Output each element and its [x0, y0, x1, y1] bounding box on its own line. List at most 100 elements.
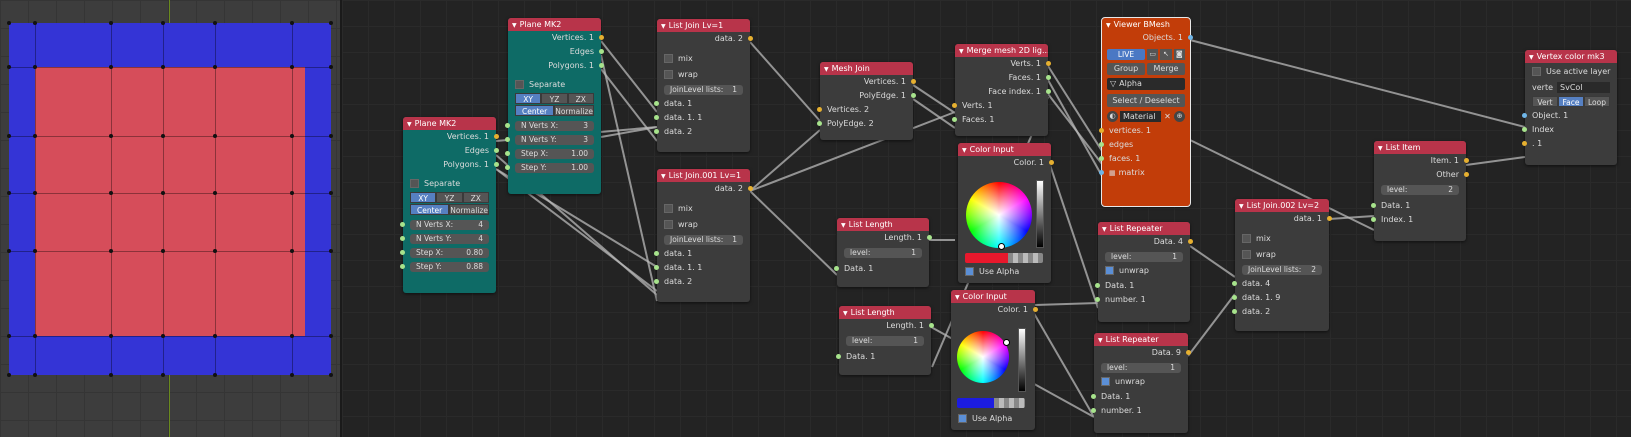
node-header[interactable]: ▼ Plane MK2: [403, 117, 496, 130]
node-header[interactable]: ▼ List Join.001 Lv=1: [657, 169, 750, 182]
input-data[interactable]: Data. 1: [834, 262, 929, 276]
input-data-1-1[interactable]: data. 1. 1: [654, 261, 750, 275]
nverts-x-field[interactable]: N Verts X: 3: [505, 121, 594, 131]
node-header[interactable]: ▼ Mesh Join: [820, 62, 913, 75]
nverts-y-field[interactable]: N Verts Y: 4: [400, 234, 489, 244]
add-material-icon[interactable]: ⊕: [1174, 111, 1185, 122]
list-item-node[interactable]: ▼ List Item Item. 1 Other level: 2 Data. 1…: [1371, 141, 1469, 241]
level-field[interactable]: level: 1: [1101, 363, 1181, 373]
socket-icon[interactable]: [1091, 394, 1096, 399]
input-number[interactable]: number. 1: [1095, 293, 1190, 307]
node-editor[interactable]: ▼ Plane MK2 Vertices. 1 Edges Polygons. 1…: [342, 0, 1631, 437]
node-header[interactable]: ▼ Viewer BMesh: [1102, 18, 1190, 31]
output-data[interactable]: data. 1: [1235, 212, 1332, 226]
material-field[interactable]: Material: [1120, 111, 1161, 122]
color-swatch[interactable]: [957, 398, 1025, 408]
input-data-1-9[interactable]: data. 1. 9: [1232, 291, 1329, 305]
output-data[interactable]: data. 2: [657, 182, 753, 196]
socket-icon[interactable]: [1046, 75, 1051, 80]
input-polyedge[interactable]: PolyEdge. 2: [817, 117, 913, 131]
input-matrix[interactable]: ▦ matrix: [1099, 166, 1190, 180]
input-index[interactable]: Index: [1522, 123, 1617, 137]
node-header[interactable]: ▼ List Repeater: [1094, 333, 1188, 346]
node-header[interactable]: ▼ List Length: [837, 218, 929, 231]
output-color[interactable]: Color. 1: [951, 303, 1038, 317]
list-length-node-2[interactable]: ▼ List Length Length. 1 level: 1 Data. 1: [836, 306, 934, 375]
checkbox-icon[interactable]: [965, 267, 974, 276]
use-alpha-checkbox[interactable]: Use Alpha: [951, 412, 1019, 426]
list-length-node-1[interactable]: ▼ List Length Length. 1 level: 1 Data. 1: [834, 218, 932, 287]
input-data-2[interactable]: data. 2: [654, 275, 750, 289]
socket-icon[interactable]: [1099, 128, 1104, 133]
checkbox-icon[interactable]: [664, 220, 673, 229]
checkbox-icon[interactable]: [410, 179, 419, 188]
node-header[interactable]: ▼ List Item: [1374, 141, 1466, 154]
output-faces[interactable]: Faces. 1: [955, 71, 1051, 85]
checkbox-icon[interactable]: [515, 80, 524, 89]
socket-icon[interactable]: [654, 279, 659, 284]
node-header[interactable]: ▼ Vertex color mk3: [1525, 50, 1617, 63]
step-x-field[interactable]: Step X: 1.00: [505, 149, 594, 159]
level-field[interactable]: level: 1: [846, 336, 924, 346]
join-level-field[interactable]: JoinLevel lists: 1: [664, 85, 743, 95]
output-data[interactable]: Data. 9: [1094, 346, 1191, 360]
socket-icon[interactable]: [1522, 127, 1527, 132]
nverts-x-field[interactable]: N Verts X: 4: [400, 220, 489, 230]
socket-icon[interactable]: [1522, 141, 1527, 146]
socket-icon[interactable]: [911, 79, 916, 84]
socket-icon[interactable]: [1095, 283, 1100, 288]
checkbox-icon[interactable]: [958, 414, 967, 423]
socket-icon[interactable]: [1464, 172, 1469, 177]
output-vertices[interactable]: Vertices. 1: [508, 31, 604, 45]
input-faces[interactable]: Faces. 1: [952, 113, 1048, 127]
mix-checkbox[interactable]: mix: [657, 52, 750, 66]
socket-icon[interactable]: [654, 129, 659, 134]
select-deselect-button[interactable]: Select / Deselect: [1107, 94, 1185, 107]
socket-icon[interactable]: [400, 264, 405, 269]
list-join-node-1[interactable]: ▼ List Join Lv=1 data. 2 mix wrap JoinLev…: [654, 19, 753, 152]
3d-viewport[interactable]: [0, 0, 342, 437]
checkbox-icon[interactable]: [1242, 234, 1251, 243]
input-data-4[interactable]: data. 4: [1232, 277, 1329, 291]
mix-checkbox[interactable]: mix: [1235, 232, 1329, 246]
input-data[interactable]: Data. 1: [836, 350, 931, 364]
color-input-node-1[interactable]: ▼ Color Input Color. 1 Use Alpha: [958, 143, 1054, 283]
socket-icon[interactable]: [599, 35, 604, 40]
socket-icon[interactable]: [927, 235, 932, 240]
socket-icon[interactable]: [599, 63, 604, 68]
separate-checkbox[interactable]: Separate: [403, 177, 496, 191]
output-polygons[interactable]: Polygons. 1: [403, 158, 499, 172]
socket-icon[interactable]: [654, 101, 659, 106]
socket-icon[interactable]: [505, 165, 510, 170]
checkbox-icon[interactable]: [1105, 266, 1114, 275]
socket-icon[interactable]: [505, 137, 510, 142]
select-cursor-icon[interactable]: ↖: [1160, 49, 1172, 60]
mode-face-button[interactable]: Face: [1558, 96, 1584, 107]
checkbox-icon[interactable]: [664, 204, 673, 213]
join-level-field[interactable]: JoinLevel lists: 2: [1242, 265, 1322, 275]
checkbox-icon[interactable]: [1532, 67, 1541, 76]
socket-icon[interactable]: [599, 49, 604, 54]
input-data-2[interactable]: data. 2: [1232, 305, 1329, 319]
plane-mk2-node-b[interactable]: ▼ Plane MK2 Vertices. 1 Edges Polygons. 1…: [505, 18, 604, 194]
checkbox-icon[interactable]: [664, 54, 673, 63]
list-join-node-3[interactable]: ▼ List Join.002 Lv=2 data. 1 mix wrap Joi…: [1232, 199, 1332, 331]
socket-icon[interactable]: [1095, 297, 1100, 302]
socket-icon[interactable]: [654, 251, 659, 256]
socket-icon[interactable]: [1188, 35, 1193, 40]
checkbox-icon[interactable]: [1242, 250, 1251, 259]
use-alpha-checkbox[interactable]: Use Alpha: [958, 265, 1026, 279]
axis-zx-button[interactable]: ZX: [462, 192, 489, 203]
node-header[interactable]: ▼ Color Input: [951, 290, 1035, 303]
step-x-field[interactable]: Step X: 0.80: [400, 248, 489, 258]
node-header[interactable]: ▼ List Length: [839, 306, 931, 319]
merge-mesh-node[interactable]: ▼ Merge mesh 2D lig... Verts. 1 Faces. 1 …: [952, 44, 1051, 136]
axis-xy-button[interactable]: XY: [515, 93, 542, 104]
output-item[interactable]: Item. 1: [1374, 154, 1469, 168]
socket-icon[interactable]: [1046, 61, 1051, 66]
input-faces[interactable]: faces. 1: [1099, 152, 1190, 166]
node-header[interactable]: ▼ Merge mesh 2D lig...: [955, 44, 1048, 57]
socket-icon[interactable]: [1327, 216, 1332, 221]
color-wheel[interactable]: [957, 331, 1009, 383]
axis-zx-button[interactable]: ZX: [567, 93, 594, 104]
